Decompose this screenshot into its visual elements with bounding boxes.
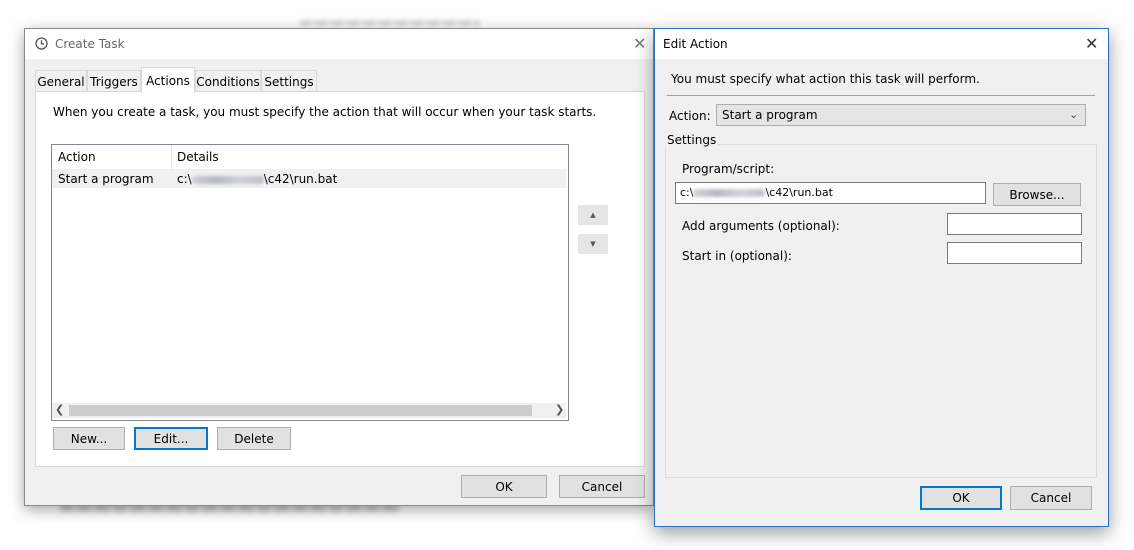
window-title: Edit Action bbox=[663, 37, 728, 51]
action-label: Action: bbox=[669, 109, 711, 123]
tab-settings[interactable]: Settings bbox=[261, 70, 317, 92]
action-select[interactable]: Start a program ⌄ bbox=[716, 104, 1086, 126]
create-task-titlebar: Create Task ✕ bbox=[25, 29, 653, 59]
close-icon[interactable]: ✕ bbox=[1085, 34, 1098, 53]
tab-conditions[interactable]: Conditions bbox=[195, 70, 261, 92]
clock-icon bbox=[35, 37, 48, 53]
ok-button[interactable]: OK bbox=[461, 475, 547, 498]
cancel-button[interactable]: Cancel bbox=[559, 475, 645, 498]
column-header-action[interactable]: Action bbox=[58, 150, 96, 164]
delete-button[interactable]: Delete bbox=[217, 427, 291, 450]
actions-description: When you create a task, you must specify… bbox=[53, 105, 597, 119]
row-details-cell: c:\ \c42\run.bat bbox=[177, 172, 338, 186]
scrollbar-thumb[interactable] bbox=[69, 405, 532, 416]
edit-action-titlebar: Edit Action ✕ bbox=[655, 29, 1108, 59]
cancel-button[interactable]: Cancel bbox=[1010, 486, 1092, 510]
up-arrow-icon: ▲ bbox=[590, 211, 596, 219]
scroll-left-icon[interactable]: ❮ bbox=[55, 403, 64, 416]
program-script-field[interactable]: c:\ \c42\run.bat bbox=[675, 182, 986, 204]
arguments-label: Add arguments (optional): bbox=[682, 219, 840, 233]
new-button[interactable]: New... bbox=[53, 427, 125, 450]
horizontal-scrollbar[interactable]: ❮ ❯ bbox=[52, 403, 566, 418]
ok-button[interactable]: OK bbox=[920, 486, 1002, 510]
program-script-label: Program/script: bbox=[682, 162, 775, 176]
row-action-cell: Start a program bbox=[58, 172, 154, 186]
separator bbox=[667, 95, 1095, 96]
move-up-button[interactable]: ▲ bbox=[578, 205, 608, 225]
scroll-right-icon[interactable]: ❯ bbox=[555, 403, 564, 416]
actions-list[interactable]: Action Details Start a program c:\ \c42\r… bbox=[51, 144, 569, 421]
redacted-path bbox=[191, 175, 264, 184]
action-select-value: Start a program bbox=[722, 108, 818, 122]
settings-group-label: Settings bbox=[665, 133, 719, 147]
start-in-field[interactable] bbox=[947, 242, 1082, 264]
column-divider[interactable] bbox=[171, 145, 172, 169]
instruction-text: You must specify what action this task w… bbox=[671, 72, 980, 86]
chevron-down-icon: ⌄ bbox=[1069, 108, 1079, 121]
background-app-text bbox=[300, 20, 480, 26]
table-row[interactable]: Start a program c:\ \c42\run.bat bbox=[52, 169, 566, 188]
tab-actions[interactable]: Actions bbox=[141, 67, 195, 93]
down-arrow-icon: ▼ bbox=[590, 240, 596, 248]
tab-general[interactable]: General bbox=[35, 70, 87, 92]
close-icon[interactable]: ✕ bbox=[633, 34, 646, 53]
tab-triggers[interactable]: Triggers bbox=[87, 70, 141, 92]
window-title: Create Task bbox=[55, 37, 125, 51]
edit-action-window: Edit Action ✕ You must specify what acti… bbox=[654, 28, 1109, 527]
create-task-window: Create Task ✕ General Triggers Actions C… bbox=[24, 28, 654, 506]
arguments-field[interactable] bbox=[947, 213, 1082, 235]
move-down-button[interactable]: ▼ bbox=[578, 234, 608, 254]
redacted-path bbox=[693, 189, 766, 197]
start-in-label: Start in (optional): bbox=[682, 249, 792, 263]
column-header-details[interactable]: Details bbox=[177, 150, 219, 164]
edit-button[interactable]: Edit... bbox=[134, 427, 208, 450]
browse-button[interactable]: Browse... bbox=[993, 183, 1081, 206]
